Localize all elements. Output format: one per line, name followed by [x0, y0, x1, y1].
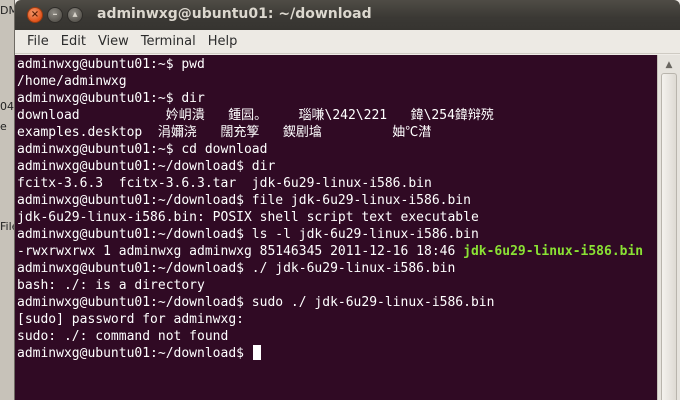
menu-view[interactable]: View [92, 32, 135, 51]
arrow-up-icon: ▲ [665, 60, 673, 70]
close-icon: × [30, 9, 40, 20]
terminal-line: adminwxg@ubuntu01:~$ cd download [17, 142, 268, 157]
terminal-prompt-line: adminwxg@ubuntu01:~/download$ [17, 345, 643, 362]
terminal-line: sudo: ./: command not found [17, 329, 229, 344]
terminal-window: × – ▴ adminwxg@ubuntu01: ~/download File… [14, 0, 680, 400]
terminal-line: examples.desktop 涓嬭浇 闊充箰 鍥剧墖 妯℃澘 [17, 125, 432, 140]
menu-edit[interactable]: Edit [55, 32, 92, 51]
terminal-line: adminwxg@ubuntu01:~/download$ ls -l jdk-… [17, 227, 479, 242]
menu-terminal[interactable]: Terminal [135, 32, 202, 51]
close-button[interactable]: × [27, 7, 43, 23]
scroll-up-button[interactable]: ▲ [661, 59, 677, 71]
scrollbar-thumb[interactable] [661, 73, 677, 400]
title-bar[interactable]: × – ▴ adminwxg@ubuntu01: ~/download [15, 0, 680, 30]
terminal-line: jdk-6u29-linux-i586.bin: POSIX shell scr… [17, 210, 479, 225]
minimize-button[interactable]: – [47, 7, 63, 23]
vertical-scrollbar[interactable]: ▲ [657, 55, 680, 400]
terminal-line: -rwxrwxrwx 1 adminwxg adminwxg 85146345 … [17, 244, 644, 259]
executable-filename: jdk-6u29-linux-i586.bin [463, 244, 644, 259]
desktop-fragment: e [0, 120, 7, 133]
terminal-line: [sudo] password for adminwxg: [17, 312, 244, 327]
terminal-line: bash: ./: is a directory [17, 278, 205, 293]
terminal-line: adminwxg@ubuntu01:~/download$ sudo ./ jd… [17, 295, 495, 310]
terminal-line: download 妗岄潰 鍾囩。 瑙嗛\242\221 鍏\254鍏辩殑 [17, 108, 494, 123]
terminal-line: fcitx-3.6.3 fcitx-3.6.3.tar jdk-6u29-lin… [17, 176, 432, 191]
menu-bar: File Edit View Terminal Help [15, 30, 680, 54]
minimize-icon: – [52, 9, 58, 20]
text-cursor [252, 345, 261, 360]
window-title: adminwxg@ubuntu01: ~/download [97, 6, 372, 22]
terminal-line: adminwxg@ubuntu01:~$ dir [17, 91, 205, 106]
terminal-line: adminwxg@ubuntu01:~$ pwd [17, 57, 205, 72]
desktop-fragment: 04 [0, 100, 14, 113]
maximize-button[interactable]: ▴ [67, 7, 83, 23]
maximize-icon: ▴ [72, 9, 78, 20]
terminal-line: adminwxg@ubuntu01:~/download$ ./ jdk-6u2… [17, 261, 456, 276]
menu-file[interactable]: File [21, 32, 55, 51]
terminal-line: adminwxg@ubuntu01:~/download$ dir [17, 159, 276, 174]
terminal-line: /home/adminwxg [17, 74, 127, 89]
menu-help[interactable]: Help [202, 32, 244, 51]
terminal-output[interactable]: adminwxg@ubuntu01:~$ pwd /home/adminwxg … [15, 55, 657, 400]
terminal-line: adminwxg@ubuntu01:~/download$ file jdk-6… [17, 193, 471, 208]
